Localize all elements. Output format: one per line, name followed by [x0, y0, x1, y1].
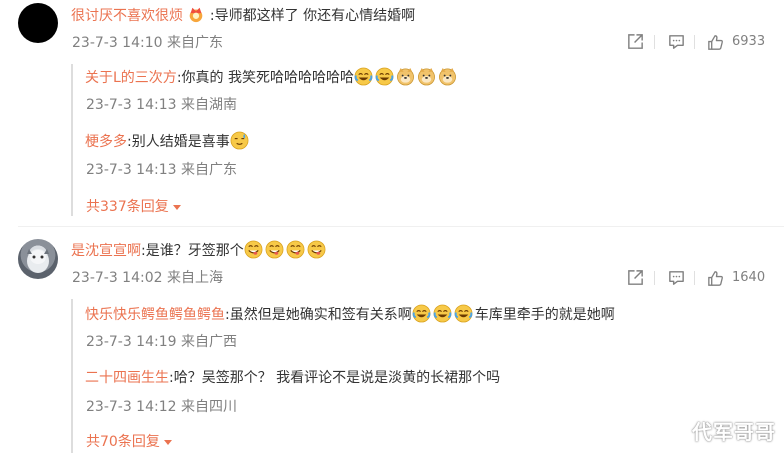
laugh-cry-emoji: [375, 67, 394, 86]
yum-emoji: [265, 240, 284, 259]
reply-text-after: 车库里牵手的就是她啊: [474, 307, 615, 323]
comment-text: :是谁？牙签那个: [141, 243, 244, 259]
reply-meta: 23-7-3 14:13 来自湖南: [86, 97, 237, 113]
reply-thread-bar: [71, 64, 73, 216]
chevron-down-icon: [172, 204, 181, 210]
comment-meta: 23-7-3 14:10 来自广东: [72, 35, 223, 51]
avatar-image: [27, 249, 49, 273]
like-icon: [706, 269, 725, 288]
laugh-cry-emoji: [412, 304, 431, 323]
reply-thread-bar: [71, 299, 73, 453]
comment-divider: [18, 226, 784, 227]
yum-emoji: [307, 240, 326, 259]
reply-username[interactable]: 梗多多: [85, 134, 127, 150]
reply-line: 梗多多:别人结婚是喜事: [85, 131, 251, 152]
more-replies-link[interactable]: 共337条回复: [86, 197, 181, 217]
comment-line: 是沈宣宣啊:是谁？牙签那个: [71, 240, 328, 261]
reply-text: :你真的 我笑死哈哈哈哈哈哈: [176, 70, 354, 86]
laugh-cry-emoji: [454, 304, 473, 323]
chevron-down-icon: [163, 439, 172, 445]
watermark: 代军哥哥: [692, 420, 776, 444]
comment-icon: [667, 268, 686, 287]
reply-line: 关于L的三次方:你真的 我笑死哈哈哈哈哈哈: [85, 67, 459, 88]
crown-badge-icon: [190, 7, 203, 23]
doge-emoji: [417, 67, 436, 86]
avatar[interactable]: [18, 239, 58, 279]
reply-line: 快乐快乐鳄鱼鳄鱼鳄鱼:虽然但是她确实和签有关系啊 车库里牵手的就是她啊: [85, 304, 615, 325]
comment-button[interactable]: [667, 32, 686, 51]
divider: [694, 35, 695, 49]
doge-emoji: [396, 67, 415, 86]
comment-username[interactable]: 是沈宣宣啊: [71, 243, 141, 259]
doge-emoji: [438, 67, 457, 86]
comment-meta: 23-7-3 14:02 来自上海: [72, 270, 223, 286]
divider: [694, 271, 695, 285]
reply-text: :哈？吴签那个？ 我看评论不是说是淡黄的长裙那个吗: [169, 370, 501, 386]
laugh-cry-emoji: [354, 67, 373, 86]
divider: [654, 35, 655, 49]
reply-text: :虽然但是她确实和签有关系啊: [225, 307, 412, 323]
avatar[interactable]: [18, 3, 58, 43]
more-replies-link[interactable]: 共70条回复: [86, 432, 172, 452]
comment-text: :导师都这样了 你还有心情结婚啊: [209, 8, 416, 24]
comment-button[interactable]: [667, 268, 686, 287]
sweat-emoji: [230, 131, 249, 150]
like-button[interactable]: 1640: [706, 268, 765, 288]
reply-meta: 23-7-3 14:12 来自四川: [86, 399, 237, 415]
more-replies-label: 共337条回复: [86, 199, 169, 215]
forward-button[interactable]: [626, 32, 645, 51]
like-count: 1640: [732, 270, 766, 285]
like-button[interactable]: 6933: [706, 32, 765, 52]
yum-emoji: [286, 240, 305, 259]
like-icon: [706, 33, 725, 52]
forward-icon: [626, 268, 645, 287]
comment-line: 很讨厌不喜欢很烦 :导师都这样了 你还有心情结婚啊: [71, 5, 415, 26]
yum-emoji: [244, 240, 263, 259]
like-count: 6933: [732, 34, 766, 49]
reply-meta: 23-7-3 14:19 来自广西: [86, 334, 237, 350]
forward-button[interactable]: [626, 268, 645, 287]
comment-username[interactable]: 很讨厌不喜欢很烦: [71, 8, 183, 24]
reply-username[interactable]: 关于L的三次方: [85, 70, 177, 86]
reply-text: :别人结婚是喜事: [127, 134, 230, 150]
laugh-cry-emoji: [433, 304, 452, 323]
reply-line: 二十四画生生:哈？吴签那个？ 我看评论不是说是淡黄的长裙那个吗: [85, 368, 500, 388]
forward-icon: [626, 32, 645, 51]
comment-icon: [667, 32, 686, 51]
divider: [654, 271, 655, 285]
reply-meta: 23-7-3 14:13 来自广东: [86, 162, 237, 178]
reply-username[interactable]: 二十四画生生: [85, 370, 169, 386]
reply-username[interactable]: 快乐快乐鳄鱼鳄鱼鳄鱼: [85, 307, 225, 323]
more-replies-label: 共70条回复: [86, 434, 160, 450]
